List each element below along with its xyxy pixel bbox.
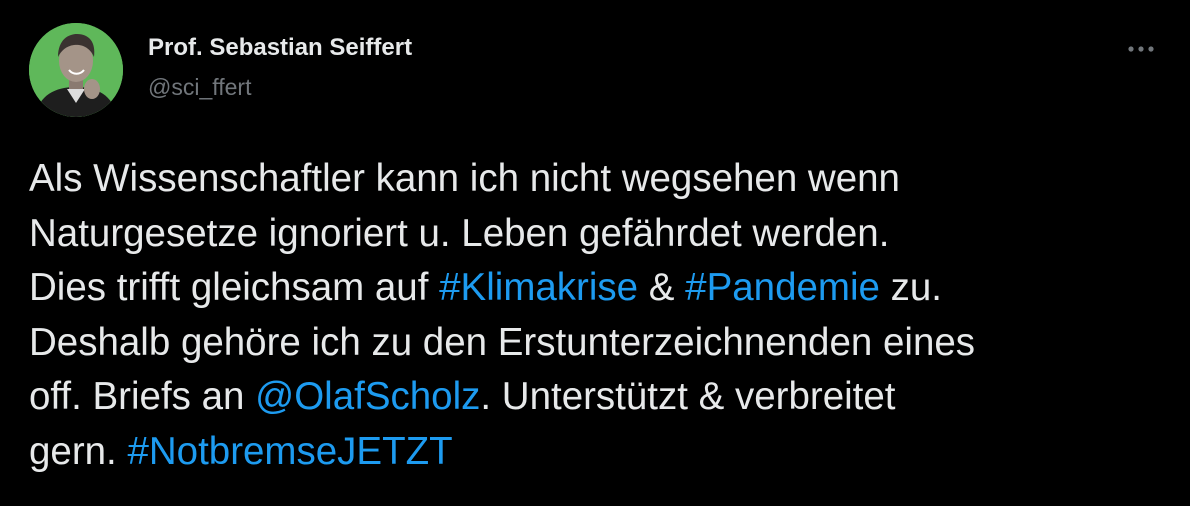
tweet-line: Als Wissenschaftler kann ich nicht wegse… xyxy=(29,152,1169,207)
more-horizontal-icon xyxy=(1128,46,1154,52)
hashtag-klimakrise-link[interactable]: #Klimakrise xyxy=(439,266,638,309)
tweet-text-segment: gern. xyxy=(29,429,128,473)
mention-olafscholz-link[interactable]: @OlafScholz xyxy=(255,375,480,418)
tweet-line: Dies trifft gleichsam auf #Klimakrise & … xyxy=(29,261,1169,316)
tweet-text-segment: Als Wissenschaftler kann ich nicht wegse… xyxy=(29,157,900,200)
more-options-button[interactable] xyxy=(1120,34,1162,64)
tweet-line: off. Briefs an @OlafScholz. Unterstützt … xyxy=(29,370,1169,425)
tweet-text-segment: off. Briefs an xyxy=(29,375,256,418)
author-name[interactable]: Prof. Sebastian Seiffert xyxy=(148,34,412,62)
tweet-text-segment: Dies trifft gleichsam auf xyxy=(29,266,440,309)
tweet-text: Als Wissenschaftler kann ich nicht wegse… xyxy=(29,152,1169,479)
tweet-card: Prof. Sebastian Seiffert @sci_ffert Als … xyxy=(0,0,1190,506)
tweet-line: gern. #NotbremseJETZT xyxy=(29,425,1169,480)
tweet-text-segment: . Unterstützt & verbreitet xyxy=(480,375,896,418)
avatar-image xyxy=(29,23,123,117)
tweet-text-segment: & xyxy=(638,266,686,309)
hashtag-notbremsejetzt-link[interactable]: #NotbremseJETZT xyxy=(127,430,452,473)
tweet-text-segment: Deshalb gehöre ich zu den Erstunterzeich… xyxy=(29,320,976,364)
tweet-text-segment: Naturgesetze ignoriert u. Leben gefährde… xyxy=(29,211,890,255)
tweet-line: Deshalb gehöre ich zu den Erstunterzeich… xyxy=(29,316,1169,371)
tweet-text-segment: zu. xyxy=(879,266,943,309)
tweet-line: Naturgesetze ignoriert u. Leben gefährde… xyxy=(29,207,1169,262)
avatar[interactable] xyxy=(29,23,123,117)
hashtag-pandemie-link[interactable]: #Pandemie xyxy=(685,266,880,309)
author-handle[interactable]: @sci_ffert xyxy=(148,74,251,101)
